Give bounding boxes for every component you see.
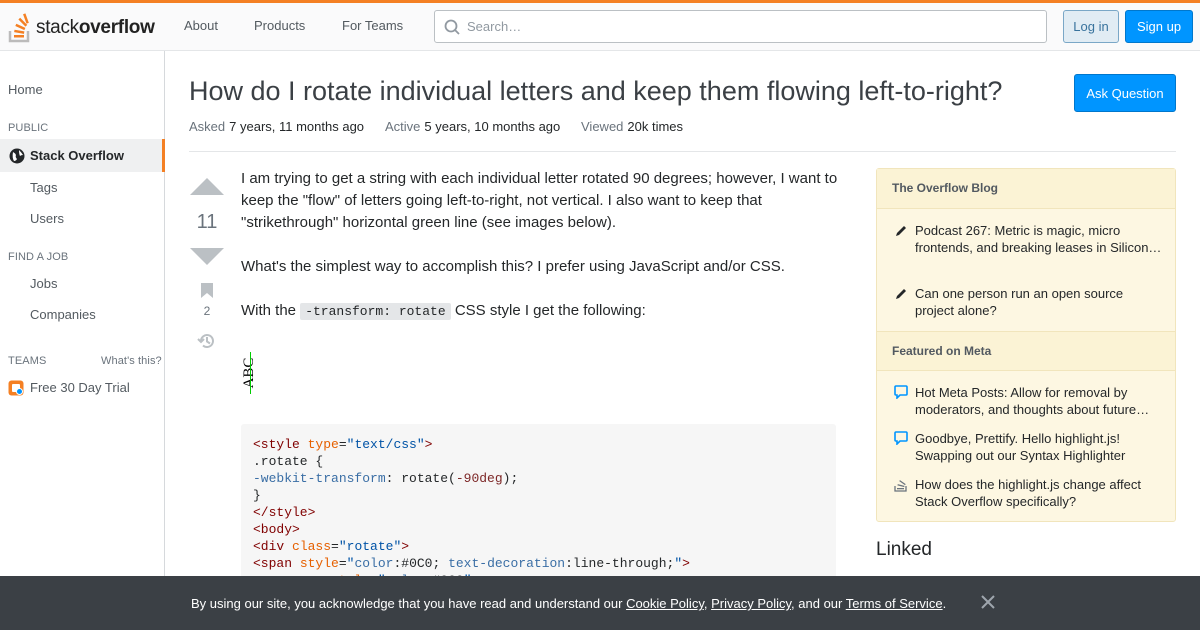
- viewed-value: 20k times: [627, 119, 684, 134]
- blog-item-2[interactable]: Can one person run an open source projec…: [915, 285, 1165, 319]
- chat-bubble-icon: [894, 385, 908, 399]
- post-paragraph-3: With the -transform: rotate CSS style I …: [241, 302, 646, 320]
- nav-companies[interactable]: Companies: [30, 307, 96, 322]
- bookmark-count: 2: [203, 304, 211, 318]
- rotated-letters: ABC: [241, 357, 257, 389]
- active-value[interactable]: 5 years, 10 months ago: [424, 119, 560, 134]
- viewed-info: Viewed 20k times: [581, 119, 683, 134]
- overflow-blog-widget: The Overflow Blog Podcast 267: Metric is…: [876, 168, 1176, 522]
- question-title[interactable]: How do I rotate individual letters and k…: [189, 76, 1002, 107]
- top-bar: stackoverflow About Products For Teams L…: [0, 0, 1200, 51]
- logo-text: stackoverflow: [36, 17, 155, 38]
- stackoverflow-logo[interactable]: stackoverflow: [8, 11, 155, 45]
- chat-bubble-icon: [894, 431, 908, 445]
- meta-heading: Featured on Meta: [877, 331, 1175, 371]
- nav-users[interactable]: Users: [30, 211, 64, 226]
- terms-of-service-link[interactable]: Terms of Service: [846, 596, 943, 611]
- teams-heading: TEAMS: [8, 355, 47, 367]
- left-sidebar: Home PUBLIC Stack Overflow Tags Users FI…: [0, 51, 165, 630]
- cookie-text: By using our site, you acknowledge that …: [191, 596, 947, 611]
- blog-heading: The Overflow Blog: [877, 169, 1175, 209]
- nav-tags[interactable]: Tags: [30, 180, 57, 195]
- downvote-arrow-icon[interactable]: [190, 248, 224, 265]
- nav-stack-overflow-label: Stack Overflow: [30, 148, 124, 163]
- meta-item-3[interactable]: How does the highlight.js change affect …: [915, 476, 1165, 510]
- stack-small-icon: [894, 480, 907, 492]
- nav-free-trial[interactable]: Free 30 Day Trial: [30, 380, 130, 395]
- whats-this-link[interactable]: What's this?: [101, 355, 162, 367]
- post-paragraph-1: I am trying to get a string with each in…: [241, 170, 838, 231]
- ask-question-button[interactable]: Ask Question: [1074, 74, 1176, 112]
- active-info: Active 5 years, 10 months ago: [385, 119, 560, 134]
- login-button[interactable]: Log in: [1063, 10, 1119, 43]
- briefcase-icon: [8, 380, 24, 396]
- signup-button[interactable]: Sign up: [1125, 10, 1193, 43]
- globe-icon: [9, 148, 25, 164]
- nav-home[interactable]: Home: [8, 82, 43, 97]
- search-icon: [444, 19, 460, 35]
- bookmark-icon[interactable]: [200, 282, 214, 299]
- search-box[interactable]: [434, 10, 1047, 43]
- rotated-text-image[interactable]: ABC: [241, 352, 261, 394]
- active-key: Active: [385, 119, 421, 134]
- vote-count: 11: [196, 211, 218, 233]
- upvote-arrow-icon[interactable]: [190, 178, 224, 195]
- meta-item-1[interactable]: Hot Meta Posts: Allow for removal by mod…: [915, 384, 1165, 418]
- nav-about[interactable]: About: [184, 18, 218, 33]
- close-icon[interactable]: [979, 593, 997, 611]
- pencil-icon: [896, 289, 906, 299]
- asked-info: Asked 7 years, 11 months ago: [189, 119, 364, 134]
- asked-value[interactable]: 7 years, 11 months ago: [229, 119, 364, 134]
- post-paragraph-2: What's the simplest way to accomplish th…: [241, 258, 785, 275]
- inline-code: -transform: rotate: [300, 303, 451, 320]
- nav-jobs[interactable]: Jobs: [30, 276, 57, 291]
- history-icon[interactable]: [197, 331, 217, 351]
- pencil-icon: [896, 226, 906, 236]
- find-job-heading: FIND A JOB: [8, 251, 69, 263]
- cookie-banner: By using our site, you acknowledge that …: [0, 576, 1200, 630]
- viewed-key: Viewed: [581, 119, 624, 134]
- header-divider: [189, 151, 1176, 152]
- blog-item-1[interactable]: Podcast 267: Metric is magic, micro fron…: [915, 222, 1165, 256]
- search-input[interactable]: [467, 11, 1037, 42]
- strikethrough-line: [250, 352, 251, 394]
- public-heading: PUBLIC: [8, 122, 49, 134]
- linked-heading: Linked: [876, 539, 932, 560]
- stack-logo-icon: [8, 13, 30, 43]
- nav-products[interactable]: Products: [254, 18, 305, 33]
- nav-for-teams[interactable]: For Teams: [342, 18, 403, 33]
- nav-stack-overflow[interactable]: Stack Overflow: [0, 139, 165, 172]
- asked-key: Asked: [189, 119, 226, 134]
- meta-item-2[interactable]: Goodbye, Prettify. Hello highlight.js! S…: [915, 430, 1165, 464]
- privacy-policy-link[interactable]: Privacy Policy: [711, 596, 791, 611]
- code-block[interactable]: <style type="text/css"> .rotate { -webki…: [241, 424, 836, 584]
- cookie-policy-link[interactable]: Cookie Policy: [626, 596, 704, 611]
